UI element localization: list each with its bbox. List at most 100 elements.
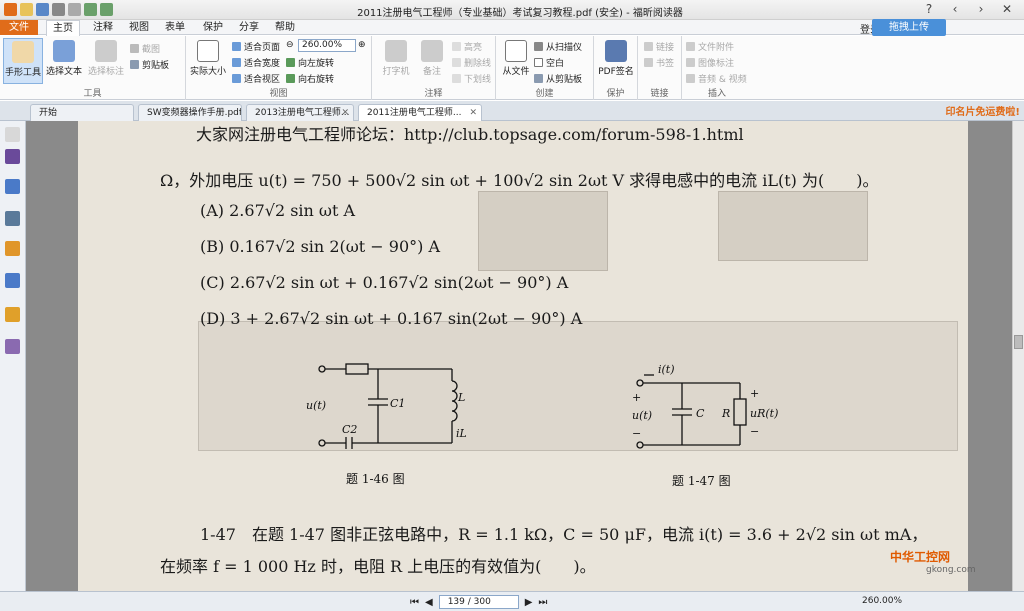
file-attachment-button[interactable]: 文件附件 bbox=[686, 40, 734, 53]
tab-2011-exam[interactable]: 2011注册电气工程师... ✕ bbox=[358, 104, 482, 122]
fit-visible-label: 适合视区 bbox=[244, 75, 281, 85]
group-protect: PDF签名 保护 bbox=[594, 36, 638, 100]
question-stem: Ω，外加电压 u(t) = 750 + 500√2 sin ωt + 100√2… bbox=[160, 171, 879, 190]
option-d: (D) 3 + 2.67√2 sin ωt + 0.167 sin(2ωt − … bbox=[200, 309, 583, 328]
save-icon[interactable] bbox=[36, 3, 49, 16]
tab-start[interactable]: 开始 bbox=[30, 104, 134, 121]
promo-banner[interactable]: 印名片免运费啦! bbox=[945, 103, 1020, 118]
underline-button[interactable]: 下划线 bbox=[452, 72, 491, 85]
next-page-icon[interactable]: ▶ bbox=[525, 597, 533, 608]
zoom-out-icon[interactable]: ⊖ bbox=[286, 40, 294, 50]
layers-icon[interactable] bbox=[5, 211, 20, 226]
vertical-scrollbar[interactable] bbox=[1012, 121, 1024, 591]
upload-button[interactable]: 拖拽上传 bbox=[872, 19, 946, 36]
menu-file[interactable]: 文件 bbox=[0, 20, 38, 35]
fig46-label-L: L bbox=[457, 391, 465, 404]
from-scanner-label: 从扫描仪 bbox=[546, 43, 583, 53]
underline-icon bbox=[452, 74, 461, 83]
tab-2013-exam[interactable]: 2013注册电气工程师... ✕ bbox=[246, 104, 354, 121]
menu-help[interactable]: 帮助 bbox=[268, 20, 302, 35]
strikeout-label: 删除线 bbox=[464, 59, 492, 69]
rotate-left-icon bbox=[286, 58, 295, 67]
menu-comment[interactable]: 注释 bbox=[86, 20, 120, 35]
tab-start-label: 开始 bbox=[39, 108, 58, 118]
bookmark-button[interactable]: 书签 bbox=[644, 56, 674, 69]
from-clipboard-button[interactable]: 从剪贴板 bbox=[534, 72, 582, 85]
open-icon[interactable] bbox=[20, 3, 33, 16]
select-annotation-button[interactable]: 选择标注 bbox=[86, 38, 126, 77]
group-label-protect: 保护 bbox=[606, 89, 625, 99]
menu-home[interactable]: 主页 bbox=[46, 20, 80, 36]
document-view[interactable]: 大家网注册电气工程师论坛：http://club.topsage.com/for… bbox=[26, 121, 1012, 591]
scrollbar-thumb[interactable] bbox=[1014, 335, 1023, 349]
last-page-icon[interactable]: ⏭ bbox=[538, 597, 547, 608]
highlight-button[interactable]: 高亮 bbox=[452, 40, 482, 53]
zoom-select[interactable]: 260.00% bbox=[298, 39, 356, 52]
fig47-plus-left: + bbox=[632, 391, 641, 404]
fit-visible-button[interactable]: 适合视区 bbox=[232, 72, 280, 85]
select-text-button[interactable]: 选择文本 bbox=[44, 38, 84, 77]
tab-close-icon[interactable]: ✕ bbox=[469, 105, 477, 121]
audio-video-button[interactable]: 音频 & 视频 bbox=[686, 72, 747, 85]
from-scanner-button[interactable]: 从扫描仪 bbox=[534, 40, 582, 53]
close-icon[interactable]: ✕ bbox=[994, 0, 1020, 18]
status-zoom[interactable]: 260.00% bbox=[862, 596, 902, 606]
prev-page-icon[interactable]: ◀ bbox=[425, 597, 433, 608]
group-label-comment: 注释 bbox=[424, 89, 443, 99]
fig47-minus-left: − bbox=[632, 427, 641, 440]
collapse-arrow-icon[interactable] bbox=[5, 127, 20, 142]
group-links: 链接 书签 链接 bbox=[638, 36, 682, 100]
from-file-button[interactable]: 从文件 bbox=[496, 38, 536, 77]
menu-form[interactable]: 表单 bbox=[158, 20, 192, 35]
signatures-icon[interactable] bbox=[5, 339, 20, 354]
hand-icon bbox=[12, 41, 34, 63]
clipboard-label: 剪贴板 bbox=[142, 61, 170, 71]
link-button[interactable]: 链接 bbox=[644, 40, 674, 53]
clipboard-button[interactable]: 剪贴板 bbox=[130, 58, 169, 71]
bleed-through-shape bbox=[478, 191, 608, 271]
menu-view[interactable]: 视图 bbox=[122, 20, 156, 35]
fig47-plus-right: + bbox=[750, 387, 759, 400]
tab-close-icon[interactable]: ✕ bbox=[341, 105, 349, 121]
typewriter-button[interactable]: 打字机 bbox=[376, 38, 416, 77]
note-button[interactable]: 备注 bbox=[412, 38, 452, 77]
fit-width-button[interactable]: 适合宽度 bbox=[232, 56, 280, 69]
screenshot-button[interactable]: 截图 bbox=[130, 42, 160, 55]
forward-icon[interactable]: › bbox=[968, 0, 994, 18]
hand-quick-icon[interactable] bbox=[68, 3, 81, 16]
rotate-right-button[interactable]: 向右旋转 bbox=[286, 72, 334, 85]
fit-page-button[interactable]: 适合页面 bbox=[232, 40, 280, 53]
menu-share[interactable]: 分享 bbox=[232, 20, 266, 35]
attachments-icon[interactable] bbox=[5, 273, 20, 288]
group-comment: 打字机 备注 高亮 删除线 下划线 注释 bbox=[372, 36, 496, 100]
strikeout-button[interactable]: 删除线 bbox=[452, 56, 491, 69]
blank-button[interactable]: 空白 bbox=[534, 56, 564, 69]
undo-icon[interactable] bbox=[84, 3, 97, 16]
help-icon[interactable]: ? bbox=[916, 0, 942, 18]
hand-tool-button[interactable]: 手形工具 bbox=[3, 38, 43, 84]
fit-width-icon bbox=[232, 58, 241, 67]
menu-protect[interactable]: 保护 bbox=[196, 20, 230, 35]
select-text-label: 选择文本 bbox=[45, 67, 82, 77]
zoom-in-icon[interactable]: ⊕ bbox=[358, 40, 366, 50]
pages-icon[interactable] bbox=[5, 179, 20, 194]
left-sidebar bbox=[0, 121, 26, 591]
security-lock-icon[interactable] bbox=[5, 307, 20, 322]
fit-page-icon bbox=[232, 42, 241, 51]
rotate-left-button[interactable]: 向左旋转 bbox=[286, 56, 334, 69]
redo-icon[interactable] bbox=[100, 3, 113, 16]
first-page-icon[interactable]: ⏮ bbox=[410, 597, 419, 608]
print-icon[interactable] bbox=[52, 3, 65, 16]
fig47-label-u: u(t) bbox=[632, 409, 652, 422]
group-create: 从文件 从扫描仪 空白 从剪贴板 创建 bbox=[496, 36, 594, 100]
pdf-sign-button[interactable]: PDF签名 bbox=[596, 38, 636, 77]
actual-size-button[interactable]: 实际大小 bbox=[188, 38, 228, 77]
image-annotation-button[interactable]: 图像标注 bbox=[686, 56, 734, 69]
bookmarks-icon[interactable] bbox=[5, 149, 20, 164]
comments-icon[interactable] bbox=[5, 241, 20, 256]
page-number-input[interactable]: 139 / 300 bbox=[438, 595, 519, 609]
menu-bar: 文件 主页 注释 视图 表单 保护 分享 帮助 登录 bbox=[0, 20, 1024, 36]
fig46-label-C2: C2 bbox=[342, 423, 357, 436]
tab-sw-manual[interactable]: SW变频器操作手册.pdf bbox=[138, 104, 242, 121]
back-icon[interactable]: ‹ bbox=[942, 0, 968, 18]
